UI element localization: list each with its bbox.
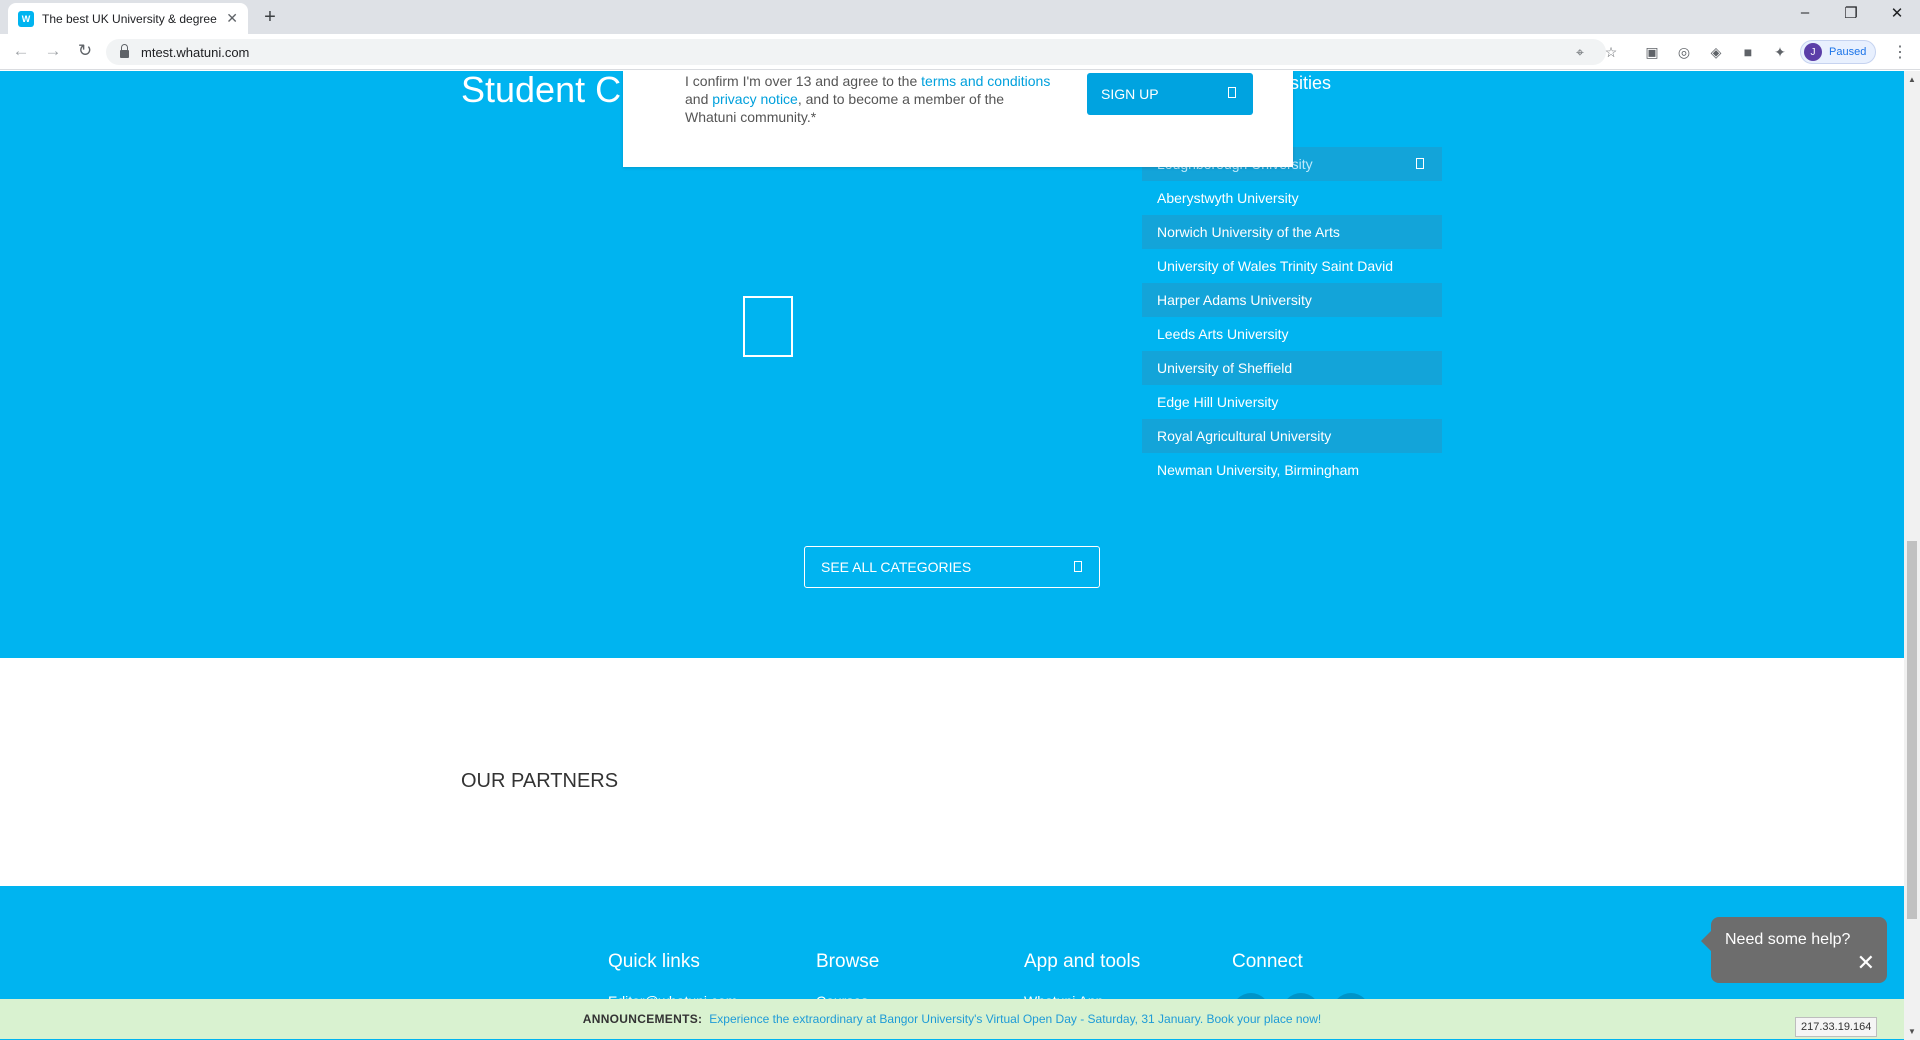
whatuni-favicon-icon: W <box>18 10 34 27</box>
page-scrollbar[interactable]: ▲ ▼ <box>1904 71 1920 1040</box>
signup-modal: I confirm I'm over 13 and agree to the t… <box>623 71 1293 167</box>
list-item[interactable]: Newman University, Birmingham <box>1142 453 1442 487</box>
forward-icon[interactable]: → <box>42 41 64 61</box>
partners-heading: OUR PARTNERS <box>461 770 619 792</box>
privacy-link[interactable]: privacy notice <box>712 91 798 107</box>
scroll-up-icon[interactable]: ▲ <box>1908 75 1916 84</box>
university-list: Loughborough University Aberystwyth Univ… <box>1142 147 1442 487</box>
help-label: Need some help? <box>1725 931 1851 948</box>
extension-icon[interactable]: ◈ <box>1707 43 1725 61</box>
list-item[interactable]: Harper Adams University <box>1142 283 1442 317</box>
browser-tab[interactable]: W The best UK University & degree ✕ <box>8 3 248 34</box>
footer-connect: Connect <box>1232 951 1303 972</box>
list-item[interactable]: Aberystwyth University <box>1142 181 1442 215</box>
list-item[interactable]: University of Wales Trinity Saint David <box>1142 249 1442 283</box>
tab-title: The best UK University & degree <box>42 11 217 26</box>
tab-close-icon[interactable]: ✕ <box>226 10 238 27</box>
announcement-label: ANNOUNCEMENTS: <box>582 1012 703 1026</box>
arrow-icon <box>1228 87 1236 98</box>
new-tab-icon[interactable]: + <box>258 6 282 29</box>
list-item[interactable]: University of Sheffield <box>1142 351 1442 385</box>
list-item[interactable]: Royal Agricultural University <box>1142 419 1442 453</box>
reload-icon[interactable]: ↻ <box>74 41 96 61</box>
puzzle-icon[interactable]: ✦ <box>1771 43 1789 61</box>
browser-toolbar: ← → ↻ mtest.whatuni.com ⌖ ☆ ▣ ◎ ◈ ■ ✦ J … <box>0 34 1920 70</box>
bookmark-star-icon[interactable]: ☆ <box>1602 43 1620 61</box>
sign-up-button[interactable]: SIGN UP <box>1087 73 1253 115</box>
restore-icon[interactable]: ❐ <box>1828 4 1874 22</box>
menu-kebab-icon[interactable]: ⋮ <box>1892 42 1908 62</box>
back-icon[interactable]: ← <box>10 41 32 61</box>
list-item[interactable]: Norwich University of the Arts <box>1142 215 1442 249</box>
location-icon[interactable]: ⌖ <box>1571 43 1589 61</box>
extension-icon[interactable]: ▣ <box>1643 43 1661 61</box>
consent-text: I confirm I'm over 13 and agree to the t… <box>685 73 1051 125</box>
list-item[interactable]: Edge Hill University <box>1142 385 1442 419</box>
close-icon[interactable]: ✕ <box>1857 952 1875 974</box>
scroll-thumb[interactable] <box>1907 541 1917 919</box>
profile-button[interactable]: J Paused <box>1800 40 1877 64</box>
ip-address-badge: 217.33.19.164 <box>1795 1017 1878 1037</box>
url-text: mtest.whatuni.com <box>141 44 250 60</box>
arrow-icon <box>1074 561 1082 572</box>
avatar: J <box>1804 43 1822 61</box>
see-all-categories-button[interactable]: SEE ALL CATEGORIES <box>804 546 1100 588</box>
browser-tab-bar: W The best UK University & degree ✕ + – … <box>0 0 1920 34</box>
address-bar[interactable]: mtest.whatuni.com <box>106 39 1606 65</box>
page-viewport: Student C sities Loughborough University… <box>0 71 1904 1040</box>
image-placeholder <box>743 296 793 357</box>
profile-status: Paused <box>1829 46 1867 58</box>
list-item[interactable]: Leeds Arts University <box>1142 317 1442 351</box>
minimize-icon[interactable]: – <box>1782 4 1828 21</box>
help-chat-bubble[interactable]: Need some help? ✕ <box>1701 917 1887 983</box>
window-close-icon[interactable]: ✕ <box>1874 4 1920 22</box>
announcement-link[interactable]: Experience the extraordinary at Bangor U… <box>709 1012 1321 1026</box>
terms-link[interactable]: terms and conditions <box>921 73 1050 89</box>
scroll-down-icon[interactable]: ▼ <box>1908 1027 1916 1036</box>
arrow-icon <box>1416 158 1424 169</box>
announcement-bar: ANNOUNCEMENTS: Experience the extraordin… <box>0 999 1904 1039</box>
section-heading: Student C <box>461 71 622 110</box>
universities-heading-fragment: sities <box>1290 73 1332 93</box>
extension-icon[interactable]: ■ <box>1739 43 1757 61</box>
extension-icon[interactable]: ◎ <box>1675 43 1693 61</box>
lock-icon <box>120 44 129 58</box>
